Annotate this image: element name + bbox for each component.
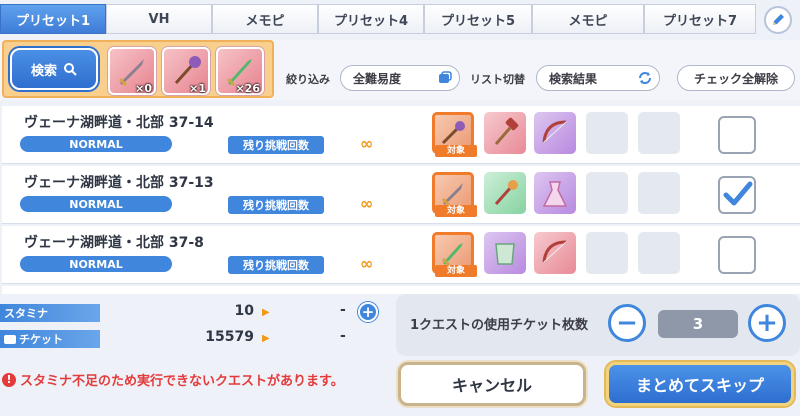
wand-icon: [494, 180, 518, 205]
ticket-value: 15579: [205, 329, 254, 345]
empty-drop-slot: [638, 112, 680, 154]
pencil-icon: [773, 14, 784, 25]
resource-summary: スタミナ 10 ▶ - + チケット 15579 ▶ -: [0, 294, 386, 354]
drop-item[interactable]: [484, 232, 526, 274]
difficulty-badge: NORMAL: [20, 256, 172, 272]
target-tag: 対象: [435, 265, 477, 277]
hammer-icon: [494, 117, 519, 145]
search-panel: 検索 ×0 ×1 ×26: [2, 40, 274, 98]
empty-drop-slot: [638, 232, 680, 274]
quest-name: ヴェーナ湖畔道・北部 37-13: [24, 175, 214, 191]
remaining-tries-label: 残り挑戦回数: [228, 196, 324, 214]
search-item-green-sword[interactable]: ×26: [216, 47, 264, 95]
ticket-count-panel: 1クエストの使用チケット枚数 − 3 +: [396, 294, 800, 356]
quest-name: ヴェーナ湖畔道・北部 37-14: [24, 115, 214, 131]
remaining-tries-label: 残り挑戦回数: [228, 136, 324, 154]
difficulty-badge: NORMAL: [20, 136, 172, 152]
quest-row: ヴェーナ湖畔道・北部 37-8 NORMAL 残り挑戦回数 ∞ 対象: [2, 226, 800, 284]
list-switch-label: リスト切替: [470, 73, 525, 86]
stamina-after: -: [340, 302, 346, 318]
search-item-sword[interactable]: ×0: [108, 47, 156, 95]
stamina-label: スタミナ: [0, 304, 100, 322]
tab-preset-5[interactable]: プリセット5: [424, 4, 532, 34]
skip-all-button[interactable]: まとめてスキップ: [606, 362, 794, 406]
bow-icon: [542, 120, 567, 143]
search-item-count: ×26: [235, 82, 260, 95]
list-switch-value: 検索結果: [549, 71, 598, 86]
quest-checkbox[interactable]: [718, 176, 756, 214]
stamina-warning: ! スタミナ不足のため実行できないクエストがあります。: [2, 370, 344, 389]
uncheck-all-button[interactable]: チェック全解除: [677, 65, 795, 91]
remaining-tries-value: ∞: [360, 134, 374, 153]
ticket-after: -: [340, 328, 346, 344]
target-tag: 対象: [435, 145, 477, 157]
list-switch-dropdown[interactable]: 検索結果: [536, 65, 660, 91]
arrow-right-icon: ▶: [262, 333, 270, 344]
search-button-label: 検索: [30, 63, 57, 79]
ticket-label: チケット: [0, 330, 100, 348]
dress-icon: [542, 181, 568, 207]
armor-icon: [495, 243, 515, 265]
drop-item[interactable]: [534, 232, 576, 274]
empty-drop-slot: [586, 172, 628, 214]
empty-drop-slot: [586, 232, 628, 274]
remaining-tries-label: 残り挑戦回数: [228, 256, 324, 274]
ticket-label-text: チケット: [19, 333, 63, 346]
drop-item[interactable]: [484, 112, 526, 154]
tab-preset-4[interactable]: プリセット4: [318, 4, 424, 34]
quest-list[interactable]: ヴェーナ湖畔道・北部 37-14 NORMAL 残り挑戦回数 ∞ 対象 ヴェーナ…: [0, 104, 800, 286]
tab-memopi-2[interactable]: メモピ: [532, 4, 644, 34]
tab-preset-7[interactable]: プリセット7: [644, 4, 756, 34]
arrow-right-icon: ▶: [262, 307, 270, 318]
bow-icon: [542, 240, 567, 263]
edit-presets-button[interactable]: [764, 6, 792, 34]
empty-drop-slot: [638, 172, 680, 214]
drop-item[interactable]: [484, 172, 526, 214]
search-button[interactable]: 検索: [10, 48, 98, 90]
drop-item[interactable]: [534, 112, 576, 154]
refresh-icon: [639, 72, 651, 84]
ticket-count-value: 3: [658, 310, 738, 338]
search-item-count: ×0: [135, 82, 152, 95]
magnifier-icon: [64, 63, 77, 76]
ticket-icon: [4, 334, 16, 344]
windows-icon: [439, 71, 452, 83]
checkmark-icon: [723, 181, 753, 206]
tab-memopi-1[interactable]: メモピ: [212, 4, 318, 34]
target-tag: 対象: [435, 205, 477, 217]
stamina-value: 10: [234, 303, 254, 319]
quest-checkbox[interactable]: [718, 236, 756, 274]
search-item-staff[interactable]: ×1: [162, 47, 210, 95]
empty-drop-slot: [586, 112, 628, 154]
warning-icon: !: [2, 372, 16, 387]
difficulty-dropdown-value: 全難易度: [353, 71, 402, 86]
warning-text: スタミナ不足のため実行できないクエストがあります。: [20, 374, 344, 389]
quest-row: ヴェーナ湖畔道・北部 37-14 NORMAL 残り挑戦回数 ∞ 対象: [2, 106, 800, 164]
ticket-count-label: 1クエストの使用チケット枚数: [410, 318, 589, 333]
quest-checkbox[interactable]: [718, 116, 756, 154]
remaining-tries-value: ∞: [360, 254, 374, 273]
quest-row: ヴェーナ湖畔道・北部 37-13 NORMAL 残り挑戦回数 ∞ 対象: [2, 166, 800, 224]
quest-name: ヴェーナ湖畔道・北部 37-8: [24, 235, 204, 251]
tab-vh[interactable]: VH: [106, 4, 212, 34]
drop-item[interactable]: 対象: [432, 112, 477, 157]
drop-item[interactable]: 対象: [432, 172, 477, 217]
search-item-count: ×1: [189, 82, 206, 95]
decrease-tickets-button[interactable]: −: [608, 304, 646, 342]
remaining-tries-value: ∞: [360, 194, 374, 213]
difficulty-badge: NORMAL: [20, 196, 172, 212]
preset-tabs: プリセット1 VH メモピ プリセット4 プリセット5 メモピ プリセット7: [0, 0, 800, 38]
narrow-label: 絞り込み: [286, 73, 330, 86]
increase-tickets-button[interactable]: +: [748, 304, 786, 342]
add-stamina-button[interactable]: +: [358, 302, 378, 322]
drop-item[interactable]: 対象: [432, 232, 477, 277]
quest-row-partial: [2, 286, 800, 294]
tab-preset-1[interactable]: プリセット1: [0, 4, 106, 34]
cancel-button[interactable]: キャンセル: [398, 362, 586, 406]
drop-item[interactable]: [534, 172, 576, 214]
difficulty-dropdown[interactable]: 全難易度: [340, 65, 460, 91]
